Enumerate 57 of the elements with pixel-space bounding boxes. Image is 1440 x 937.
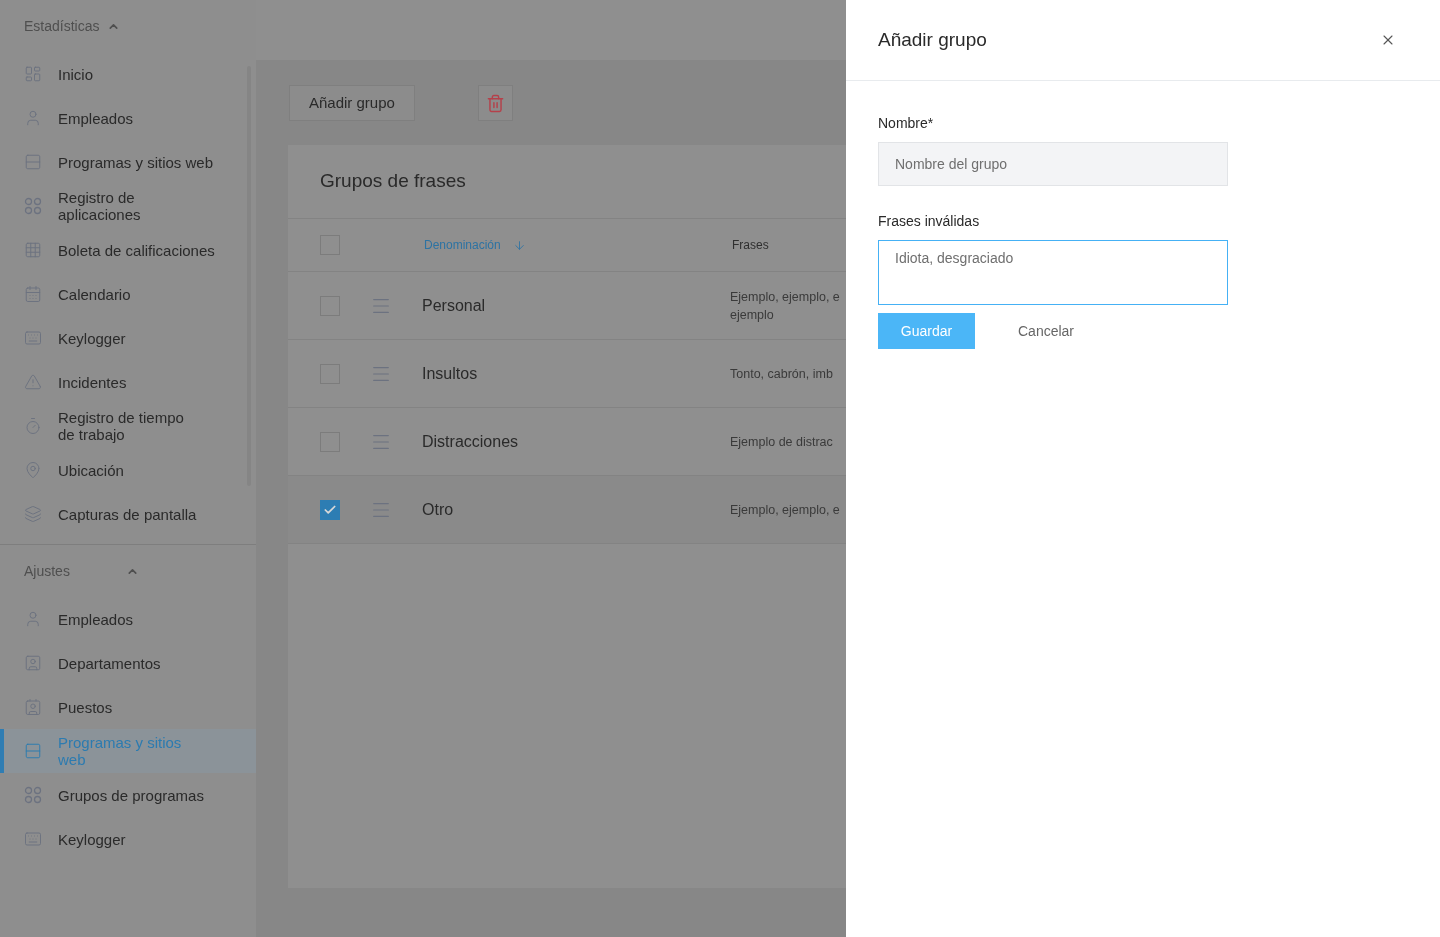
checkbox[interactable] — [320, 499, 340, 520]
phrases-text: Ejemplo de distrac — [730, 433, 833, 451]
sidebar-item[interactable]: Keylogger — [0, 817, 256, 861]
user-icon — [24, 610, 42, 628]
rows-icon — [24, 742, 42, 760]
keyboard-icon — [24, 329, 42, 347]
sidebar-item[interactable]: Empleados — [0, 96, 256, 140]
user-icon — [24, 109, 42, 127]
name-field[interactable]: Nombre del grupo — [878, 142, 1228, 186]
phrases-field[interactable]: Idiota, desgraciado — [878, 240, 1228, 305]
sidebar-item[interactable]: Departamentos — [0, 641, 256, 685]
column-header[interactable]: Frases — [732, 236, 769, 254]
group-name: Personal — [422, 295, 487, 316]
sidebar-item[interactable]: Boleta de calificaciones — [0, 228, 256, 272]
group-name: Otro — [422, 499, 455, 520]
field-label: Nombre* — [878, 114, 935, 133]
sidebar-item[interactable]: Grupos de programas — [0, 773, 256, 817]
layers-icon — [24, 505, 42, 523]
section-header[interactable]: Estadísticas — [0, 12, 145, 40]
drawer-title: Añadir grupo — [878, 27, 987, 52]
cancel-button[interactable]: Cancelar — [1018, 320, 1075, 342]
stopwatch-icon — [24, 417, 42, 435]
grid-icon — [24, 241, 42, 259]
sidebar-item[interactable]: Empleados — [0, 597, 256, 641]
table-row[interactable]: Otro Ejemplo, ejemplo, e — [288, 476, 846, 544]
trash-icon — [485, 93, 505, 113]
card-title: Grupos de frases — [320, 169, 466, 194]
keyboard-icon — [24, 830, 42, 848]
circles-icon — [24, 786, 42, 804]
circles-icon — [24, 197, 42, 215]
rows-icon — [24, 153, 42, 171]
phrases-text: Tonto, cabrón, imb — [730, 365, 833, 383]
group-name: Distracciones — [422, 431, 520, 452]
id-badge-icon — [24, 654, 42, 672]
sidebar-item[interactable]: Calendario — [0, 272, 256, 316]
warning-icon — [24, 373, 42, 391]
sidebar-item[interactable]: Registro de aplicaciones — [0, 184, 256, 228]
section-header[interactable]: Ajustes — [0, 557, 163, 585]
calendar-icon — [24, 285, 42, 303]
group-name: Insultos — [422, 363, 479, 384]
map-pin-icon — [24, 461, 42, 479]
sidebar-item[interactable]: Capturas de pantalla — [0, 492, 256, 536]
dashboard-icon — [24, 65, 42, 83]
add-group-button[interactable]: Añadir grupo — [289, 85, 415, 121]
field-label: Frases inválidas — [878, 212, 981, 231]
phrases-text: Ejemplo, ejemplo, e ejemplo — [730, 288, 840, 324]
sidebar-item[interactable]: Inicio — [0, 52, 256, 96]
sidebar-item[interactable]: Keylogger — [0, 316, 256, 360]
sidebar-item[interactable]: Incidentes — [0, 360, 256, 404]
id-card-icon — [24, 698, 42, 716]
phrases-text: Ejemplo, ejemplo, e — [730, 501, 840, 519]
delete-button[interactable] — [477, 85, 513, 121]
sidebar-item[interactable]: Puestos — [0, 685, 256, 729]
sort-arrow-icon — [512, 238, 526, 252]
sidebar-item[interactable]: Ubicación — [0, 448, 256, 492]
sidebar-item[interactable]: Programas y sitios web — [0, 140, 256, 184]
sidebar-item[interactable]: Registro de tiempo de trabajo — [0, 404, 256, 448]
